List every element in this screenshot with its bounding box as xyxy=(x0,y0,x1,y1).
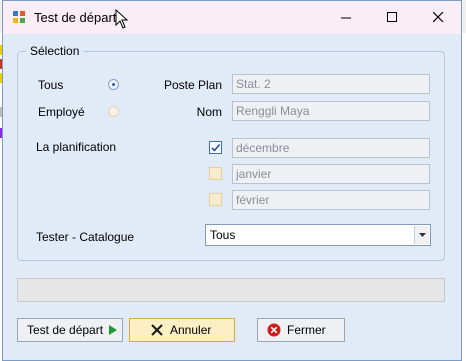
mode-all-label[interactable]: Tous xyxy=(38,78,63,92)
maximize-icon xyxy=(386,12,397,22)
cancel-button[interactable]: Annuler xyxy=(129,318,235,342)
play-arrow-icon xyxy=(109,325,118,335)
close-circle-icon xyxy=(267,323,281,337)
chevron-down-icon xyxy=(418,233,426,237)
month-field-february: février xyxy=(232,190,430,210)
minimize-icon xyxy=(340,17,351,19)
title-bar[interactable]: Test de départ xyxy=(3,1,461,34)
close-button-label: Fermer xyxy=(287,323,326,337)
close-window-button[interactable] xyxy=(415,1,461,34)
post-plan-field[interactable]: Stat. 2 xyxy=(232,74,430,94)
close-icon xyxy=(432,12,443,23)
start-test-dialog: Test de départ Sélection Tous Employé Po… xyxy=(2,0,462,361)
catalogue-select[interactable]: Tous xyxy=(205,224,431,246)
name-field[interactable]: Renggli Maya xyxy=(232,101,430,121)
mode-employee-label[interactable]: Employé xyxy=(38,105,85,119)
name-label: Nom xyxy=(196,105,222,119)
post-plan-label: Poste Plan xyxy=(163,78,222,92)
cancel-x-icon xyxy=(151,324,163,336)
window-title: Test de départ xyxy=(34,10,117,25)
catalogue-label: Tester - Catalogue xyxy=(36,230,135,244)
close-button[interactable]: Fermer xyxy=(257,318,345,342)
month-checkbox-january[interactable] xyxy=(209,167,222,180)
dialog-content: Sélection Tous Employé Poste Plan Stat. … xyxy=(3,34,461,360)
month-field-december: décembre xyxy=(232,138,430,158)
catalogue-select-value: Tous xyxy=(210,228,236,242)
app-icon xyxy=(13,11,25,23)
month-field-january: janvier xyxy=(232,164,430,184)
mode-employee-radio[interactable] xyxy=(108,106,119,117)
selection-group-title: Sélection xyxy=(26,44,84,58)
minimize-button[interactable] xyxy=(323,1,369,34)
month-checkbox-december[interactable] xyxy=(209,141,222,154)
month-checkbox-february[interactable] xyxy=(209,193,222,206)
dropdown-arrow-button[interactable] xyxy=(414,226,429,244)
mouse-cursor-icon xyxy=(115,9,129,29)
cancel-button-label: Annuler xyxy=(170,323,212,337)
progress-bar xyxy=(17,278,445,302)
start-test-button-label: Test de départ xyxy=(27,323,104,337)
planning-label: La planification xyxy=(36,140,117,154)
checkmark-icon xyxy=(211,143,221,152)
mode-all-radio[interactable] xyxy=(108,79,119,90)
maximize-button[interactable] xyxy=(369,1,415,34)
start-test-button[interactable]: Test de départ xyxy=(17,318,123,342)
